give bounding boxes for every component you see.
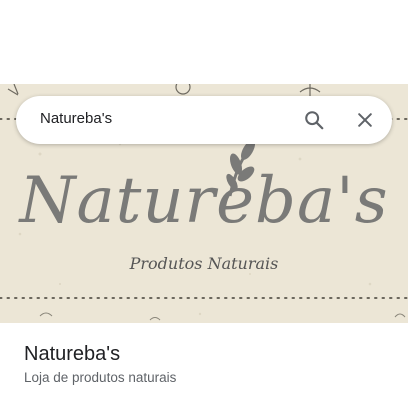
close-icon (358, 113, 372, 127)
search-icon (305, 111, 324, 130)
place-category: Loja de produtos naturais (24, 370, 177, 385)
logo-wordmark: Natureba's (19, 164, 389, 238)
place-title: Natureba's (24, 343, 121, 365)
clear-search-button[interactable] (351, 106, 379, 134)
logo-tagline: Produtos Naturais (129, 254, 279, 273)
search-button[interactable] (300, 106, 328, 134)
search-query[interactable]: Natureba's (40, 110, 112, 127)
search-bar[interactable]: Natureba's (16, 96, 392, 144)
